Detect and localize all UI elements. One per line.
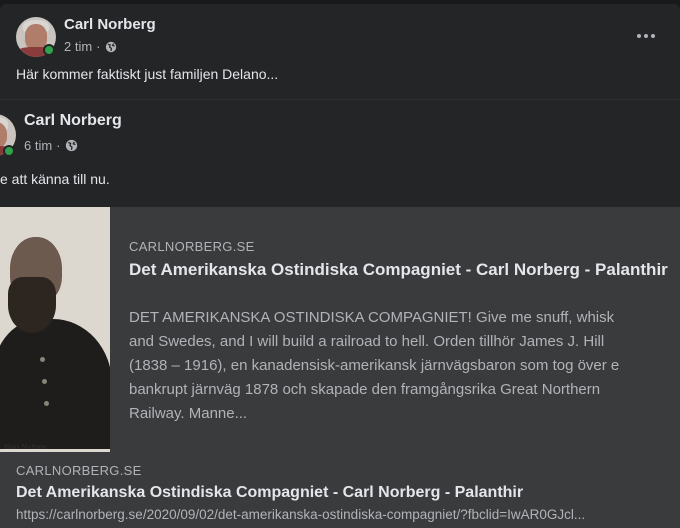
shared-post-timestamp: 6 tim: [24, 138, 53, 153]
post-timestamp[interactable]: 2 tim: [64, 39, 92, 54]
post-meta: 2 tim ·: [64, 39, 117, 54]
author-name[interactable]: Carl Norberg: [64, 16, 156, 33]
shared-card-title: Det Amerikanska Ostindiska Compagniet - …: [129, 260, 668, 279]
shared-post-text: e att känna till nu.: [0, 171, 110, 187]
link-title[interactable]: Det Amerikanska Ostindiska Compagniet - …: [16, 484, 523, 502]
facebook-post: Carl Norberg 2 tim · Här kommer faktiskt…: [0, 4, 680, 528]
globe-icon: [65, 139, 77, 152]
portrait-image: Hans Mattson: [0, 207, 110, 452]
shared-post-meta: 6 tim ·: [24, 138, 78, 153]
online-status-indicator: [43, 44, 55, 56]
shared-card-domain: CARLNORBERG.SE: [129, 239, 255, 254]
link-domain: CARLNORBERG.SE: [16, 463, 142, 478]
portrait-caption: Hans Mattson: [4, 444, 47, 451]
more-options-icon[interactable]: [632, 26, 660, 46]
link-preview[interactable]: CARLNORBERG.SE Det Amerikanska Ostindisk…: [0, 452, 680, 528]
post-text: Här kommer faktiskt just familjen Delano…: [16, 66, 279, 82]
globe-icon: [105, 41, 116, 52]
shared-online-indicator: [3, 145, 15, 157]
shared-card-description: DET AMERIKANSKA OSTINDISKA COMPAGNIET! G…: [129, 309, 620, 422]
shared-author-name: Carl Norberg: [24, 112, 122, 129]
shared-link-card: Hans Mattson CARLNORBERG.SE Det Amerikan…: [0, 207, 680, 452]
shared-post-image[interactable]: Carl Norberg 6 tim · e att känna till nu…: [0, 99, 680, 452]
link-url[interactable]: https://carlnorberg.se/2020/09/02/det-am…: [16, 507, 656, 522]
